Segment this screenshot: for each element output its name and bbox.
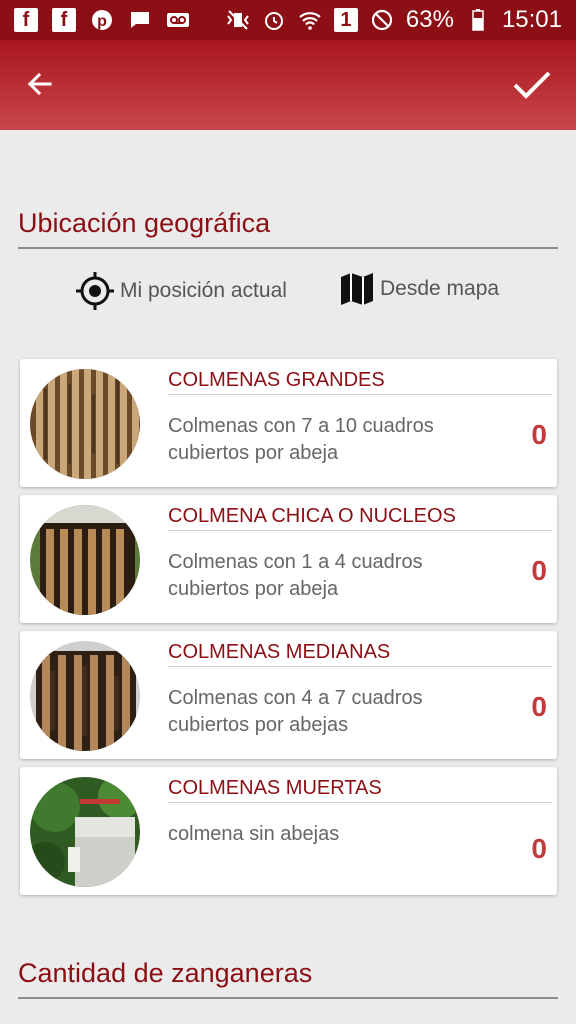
hive-card-description: Colmenas con 1 a 4 cuadros cubiertos por…	[168, 551, 423, 600]
hive-card-title: COLMENAS MEDIANAS	[168, 641, 391, 663]
hive-card-large[interactable]: COLMENAS GRANDES Colmenas con 7 a 10 cua…	[20, 359, 557, 487]
vibrate-mute-icon	[227, 10, 249, 30]
sim-icon: 1	[333, 8, 358, 32]
location-section-title: Ubicación geográfica	[18, 208, 271, 238]
voicemail-icon	[167, 13, 189, 27]
status-bar: f f p 1 63% 15:01	[0, 0, 576, 40]
hive-count[interactable]: 0	[531, 833, 547, 865]
clock: 15:01	[501, 6, 562, 33]
facebook-icon: f	[52, 8, 76, 32]
hive-count[interactable]: 0	[531, 419, 547, 451]
do-not-disturb-icon	[371, 9, 392, 31]
hive-count[interactable]: 0	[531, 555, 547, 587]
pinterest-icon: p	[92, 10, 112, 30]
hive-photo	[30, 369, 140, 479]
svg-text:p: p	[97, 13, 107, 30]
wifi-icon	[299, 12, 321, 30]
alarm-icon	[264, 12, 283, 30]
from-map-button[interactable]: Desde mapa	[340, 272, 499, 306]
battery-icon	[472, 9, 484, 31]
drones-section-title: Cantidad de zanganeras	[18, 958, 313, 988]
hive-card-title: COLMENA CHICA O NUCLEOS	[168, 505, 456, 527]
check-icon[interactable]	[510, 62, 554, 106]
location-options: Mi posición actual Desde mapa	[0, 272, 576, 320]
divider	[18, 247, 558, 249]
map-icon	[341, 273, 373, 305]
battery-percent: 63%	[405, 6, 454, 33]
from-map-label: Desde mapa	[380, 277, 500, 300]
current-position-button[interactable]: Mi posición actual	[76, 272, 287, 310]
divider	[168, 530, 552, 531]
divider	[168, 394, 552, 395]
facebook-icon: f	[14, 8, 38, 32]
hive-card-description: Colmenas con 7 a 10 cuadros cubiertos po…	[168, 415, 434, 464]
divider	[168, 802, 552, 803]
hive-card-small-nucleus[interactable]: COLMENA CHICA O NUCLEOS Colmenas con 1 a…	[20, 495, 557, 623]
divider	[168, 666, 552, 667]
hive-card-description: colmena sin abejas	[168, 823, 340, 845]
hive-card-title: COLMENAS GRANDES	[168, 369, 385, 391]
arrow-left-icon[interactable]	[20, 64, 60, 104]
app-bar	[0, 40, 576, 130]
divider	[18, 997, 558, 999]
current-position-label: Mi posición actual	[120, 279, 287, 302]
hive-photo	[30, 641, 140, 751]
message-icon	[131, 12, 149, 28]
hive-card-medium[interactable]: COLMENAS MEDIANAS Colmenas con 4 a 7 cua…	[20, 631, 557, 759]
hive-card-description: Colmenas con 4 a 7 cuadros cubiertos por…	[168, 687, 423, 736]
hive-count[interactable]: 0	[531, 691, 547, 723]
hive-card-dead[interactable]: COLMENAS MUERTAS colmena sin abejas 0	[20, 767, 557, 895]
gps-target-icon	[76, 272, 114, 310]
hive-card-title: COLMENAS MUERTAS	[168, 777, 382, 799]
hive-photo	[30, 777, 140, 887]
hive-photo	[30, 505, 140, 615]
